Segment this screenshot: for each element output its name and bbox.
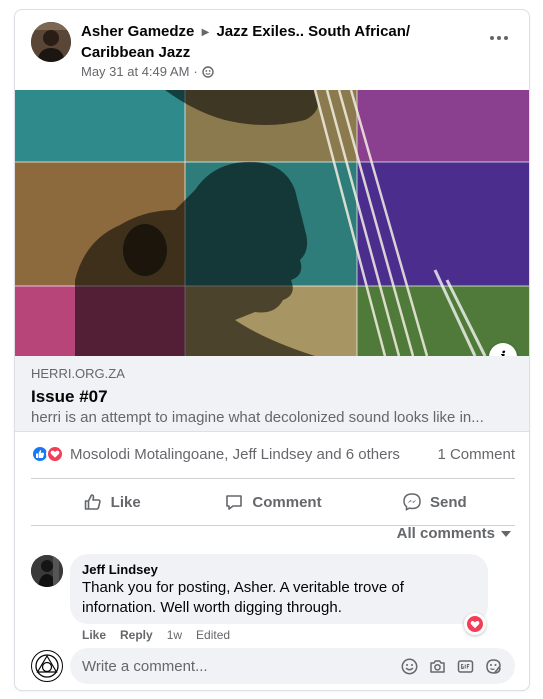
post-author-line: Asher Gamedze ▶ Jazz Exiles.. South Afri…: [81, 22, 461, 63]
link-description: herri is an attempt to imagine what deco…: [31, 409, 484, 426]
link-preview-image[interactable]: i: [15, 90, 529, 356]
comment-age[interactable]: 1w: [167, 627, 182, 643]
group-audience-icon[interactable]: [202, 66, 214, 78]
triangle-right-icon: ▶: [201, 27, 210, 38]
comment-love-icon[interactable]: [464, 613, 486, 635]
like-label: Like: [110, 493, 141, 511]
reaction-icons[interactable]: [31, 445, 64, 463]
comment-actions: Like Reply 1w Edited: [82, 627, 230, 643]
comment-text: Thank you for posting, Asher. A veritabl…: [82, 579, 404, 616]
post-header: Asher Gamedze ▶ Jazz Exiles.. South Afri…: [15, 10, 529, 90]
comment-button[interactable]: Comment: [192, 479, 353, 525]
gif-icon[interactable]: [456, 657, 475, 676]
post-meta: May 31 at 4:49 AM ·: [81, 64, 214, 80]
send-button[interactable]: Send: [354, 479, 515, 525]
post-card: Asher Gamedze ▶ Jazz Exiles.. South Afri…: [14, 9, 530, 691]
author-name[interactable]: Asher Gamedze: [81, 23, 194, 40]
more-options-icon[interactable]: [487, 28, 511, 48]
comment-reply-link[interactable]: Reply: [120, 627, 153, 643]
comments-filter-dropdown[interactable]: All comments: [397, 525, 511, 542]
viewer-avatar[interactable]: [31, 650, 63, 682]
love-reaction-icon: [46, 445, 64, 463]
comment-author[interactable]: Jeff Lindsey: [82, 562, 476, 578]
action-bar: Like Comment Send: [31, 478, 515, 526]
sticker-icon[interactable]: [484, 657, 503, 676]
emoji-icon[interactable]: [400, 657, 419, 676]
meta-separator: ·: [193, 64, 198, 79]
commenter-avatar[interactable]: [31, 555, 63, 587]
link-preview-info[interactable]: HERRI.ORG.ZA Issue #07 herri is an attem…: [15, 356, 529, 432]
author-avatar[interactable]: [31, 22, 71, 62]
comments-filter-label: All comments: [396, 525, 495, 542]
comment-count[interactable]: 1 Comment: [437, 446, 515, 463]
comment-icon: [226, 495, 243, 510]
link-domain: HERRI.ORG.ZA: [31, 366, 125, 381]
post-timestamp[interactable]: May 31 at 4:49 AM: [81, 64, 189, 80]
send-label: Send: [429, 493, 467, 511]
reactions-summary: Mosolodi Motalingoane, Jeff Lindsey and …: [31, 442, 515, 466]
comment-label: Comment: [252, 493, 322, 511]
composer-tools: [400, 657, 503, 676]
comment-placeholder: Write a comment...: [82, 657, 208, 675]
camera-icon[interactable]: [428, 657, 447, 676]
write-comment-input[interactable]: Write a comment...: [70, 648, 515, 684]
like-button[interactable]: Like: [31, 479, 192, 525]
link-title: Issue #07: [31, 387, 108, 406]
comment-edited[interactable]: Edited: [196, 627, 230, 643]
messenger-icon: [403, 493, 421, 511]
comment-like-link[interactable]: Like: [82, 627, 106, 643]
comment-bubble: Jeff Lindsey Thank you for posting, Ashe…: [70, 554, 488, 624]
caret-down-icon: [501, 530, 511, 537]
reactors-text[interactable]: Mosolodi Motalingoane, Jeff Lindsey and …: [70, 446, 437, 463]
thumbs-up-icon: [84, 494, 101, 510]
